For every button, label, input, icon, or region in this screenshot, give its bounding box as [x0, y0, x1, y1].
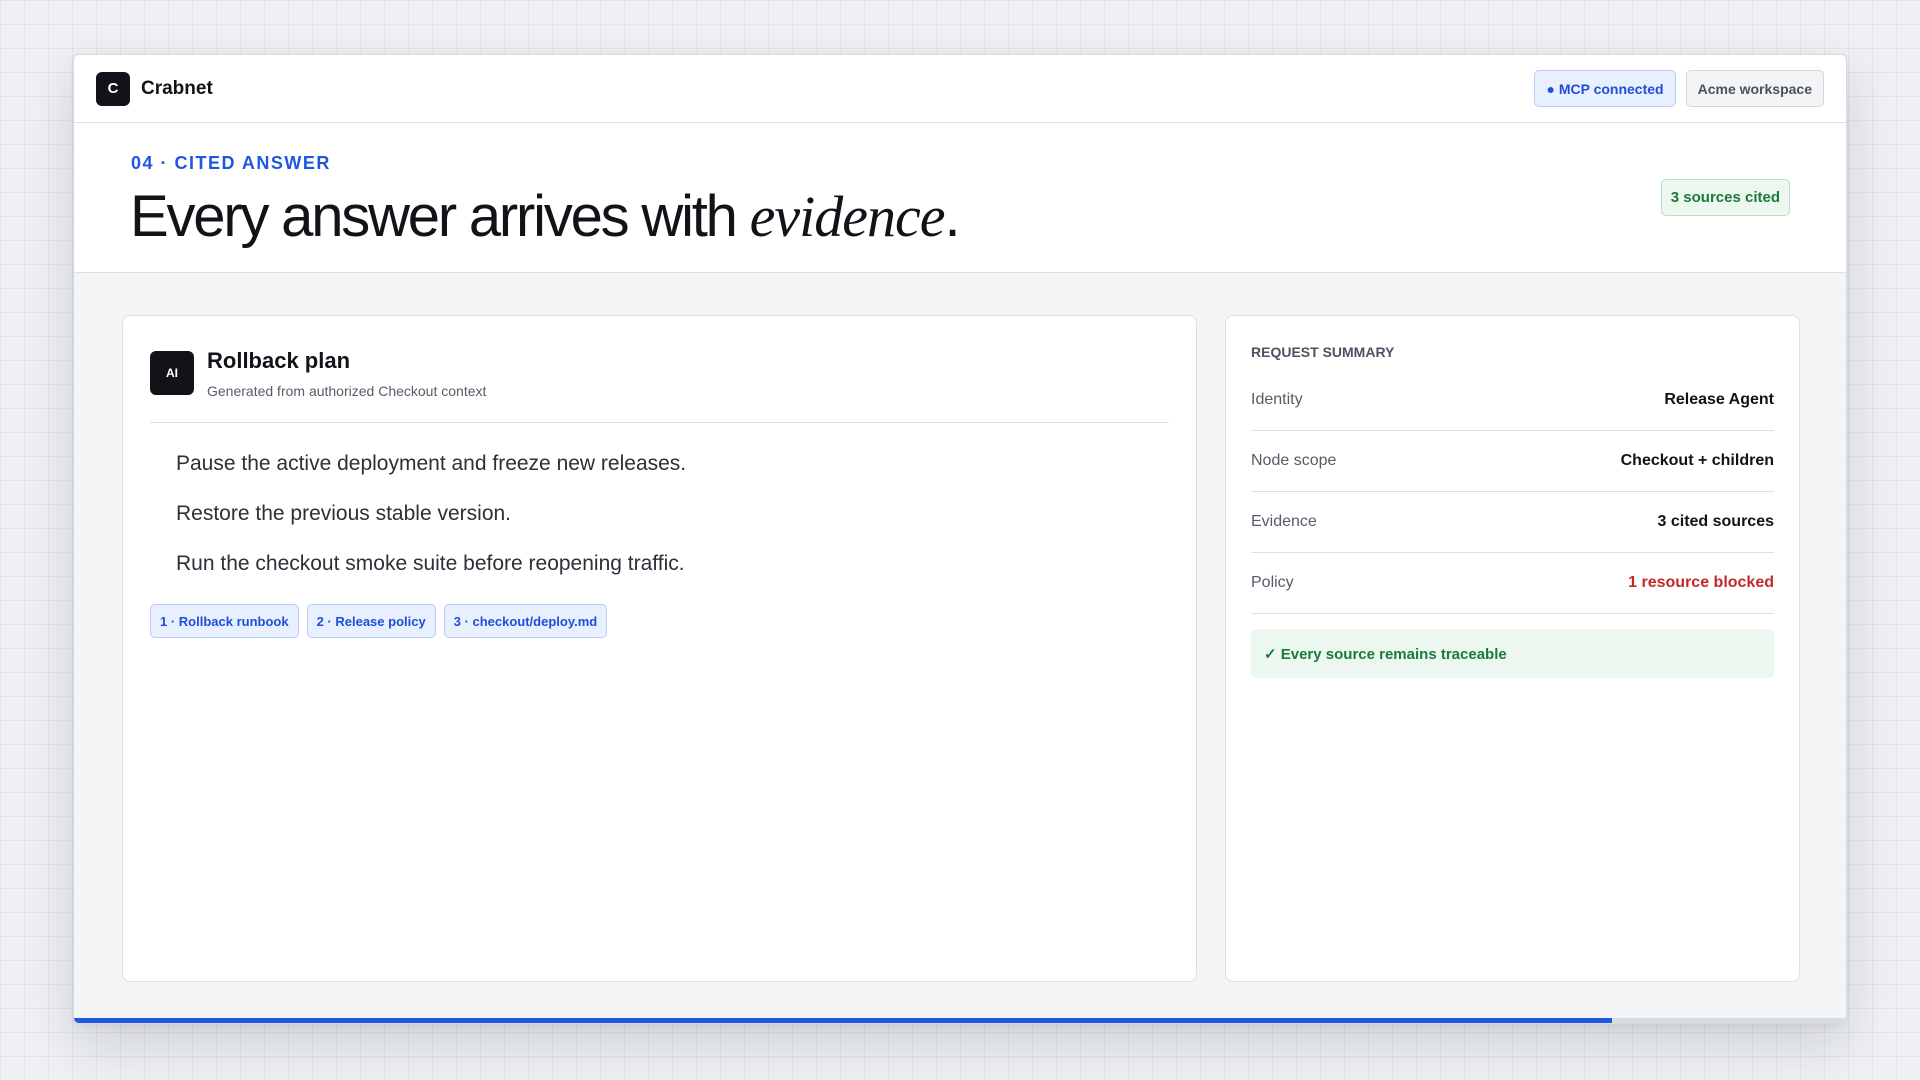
top-bar: C Crabnet ● MCP connected Acme workspace	[74, 55, 1846, 123]
answer-divider	[150, 422, 1169, 423]
citation-chip-rollback-runbook[interactable]: 1 · Rollback runbook	[150, 604, 299, 638]
summary-row-value: Release Agent	[1664, 391, 1774, 408]
rollback-steps: Pause the active deployment and freeze n…	[176, 452, 686, 602]
answer-card: AI Rollback plan Generated from authoriz…	[122, 315, 1197, 982]
step-item: Run the checkout smoke suite before reop…	[176, 552, 685, 575]
answer-title: Rollback plan	[207, 348, 351, 373]
answer-subtitle: Generated from authorized Checkout conte…	[207, 383, 487, 399]
sources-cited-badge: 3 sources cited	[1660, 179, 1790, 216]
summary-row-label: Policy	[1251, 574, 1294, 591]
ai-avatar: AI	[150, 351, 194, 395]
step-item: Pause the active deployment and freeze n…	[176, 452, 687, 475]
progress-bar-fill	[74, 1018, 1613, 1023]
app-name: Crabnet	[141, 77, 213, 99]
summary-rows: Identity Release Agent Node scope Checko…	[1251, 370, 1774, 614]
mcp-status-badge[interactable]: ● MCP connected	[1534, 70, 1676, 107]
hero-section: 04 · CITED ANSWER Every answer arrives w…	[74, 123, 1846, 273]
summary-row-policy: Policy 1 resource blocked	[1251, 553, 1774, 614]
citation-chip-release-policy[interactable]: 2 · Release policy	[306, 604, 436, 638]
traceable-notice: ✓ Every source remains traceable	[1251, 629, 1774, 678]
summary-row-node-scope: Node scope Checkout + children	[1251, 431, 1774, 492]
summary-row-value: Checkout + children	[1620, 452, 1774, 469]
workspace-switcher[interactable]: Acme workspace	[1685, 70, 1824, 107]
summary-heading: REQUEST SUMMARY	[1251, 344, 1395, 360]
page-headline: Every answer arrives with evidence.	[130, 183, 961, 250]
citation-list: 1 · Rollback runbook 2 · Release policy …	[150, 604, 608, 638]
request-summary-card: REQUEST SUMMARY Identity Release Agent N…	[1225, 315, 1800, 982]
summary-row-value-blocked: 1 resource blocked	[1628, 574, 1774, 591]
summary-row-label: Evidence	[1251, 513, 1317, 530]
headline-emphasis: evidence	[749, 184, 946, 249]
summary-row-value: 3 cited sources	[1657, 513, 1775, 530]
app-logo: C	[96, 71, 130, 106]
progress-bar	[74, 1018, 1846, 1023]
summary-row-identity: Identity Release Agent	[1251, 370, 1774, 431]
step-item: Restore the previous stable version.	[176, 502, 512, 525]
summary-row-label: Identity	[1251, 391, 1303, 408]
headline-period: .	[944, 184, 961, 249]
app-window: C Crabnet ● MCP connected Acme workspace…	[73, 54, 1847, 1024]
summary-row-label: Node scope	[1251, 452, 1337, 469]
top-bar-actions: ● MCP connected Acme workspace	[1534, 70, 1824, 107]
citation-chip-deploy-md[interactable]: 3 · checkout/deploy.md	[443, 604, 608, 638]
summary-row-evidence: Evidence 3 cited sources	[1251, 492, 1774, 553]
section-eyebrow: 04 · CITED ANSWER	[131, 153, 331, 173]
headline-text: Every answer arrives with	[130, 184, 750, 249]
